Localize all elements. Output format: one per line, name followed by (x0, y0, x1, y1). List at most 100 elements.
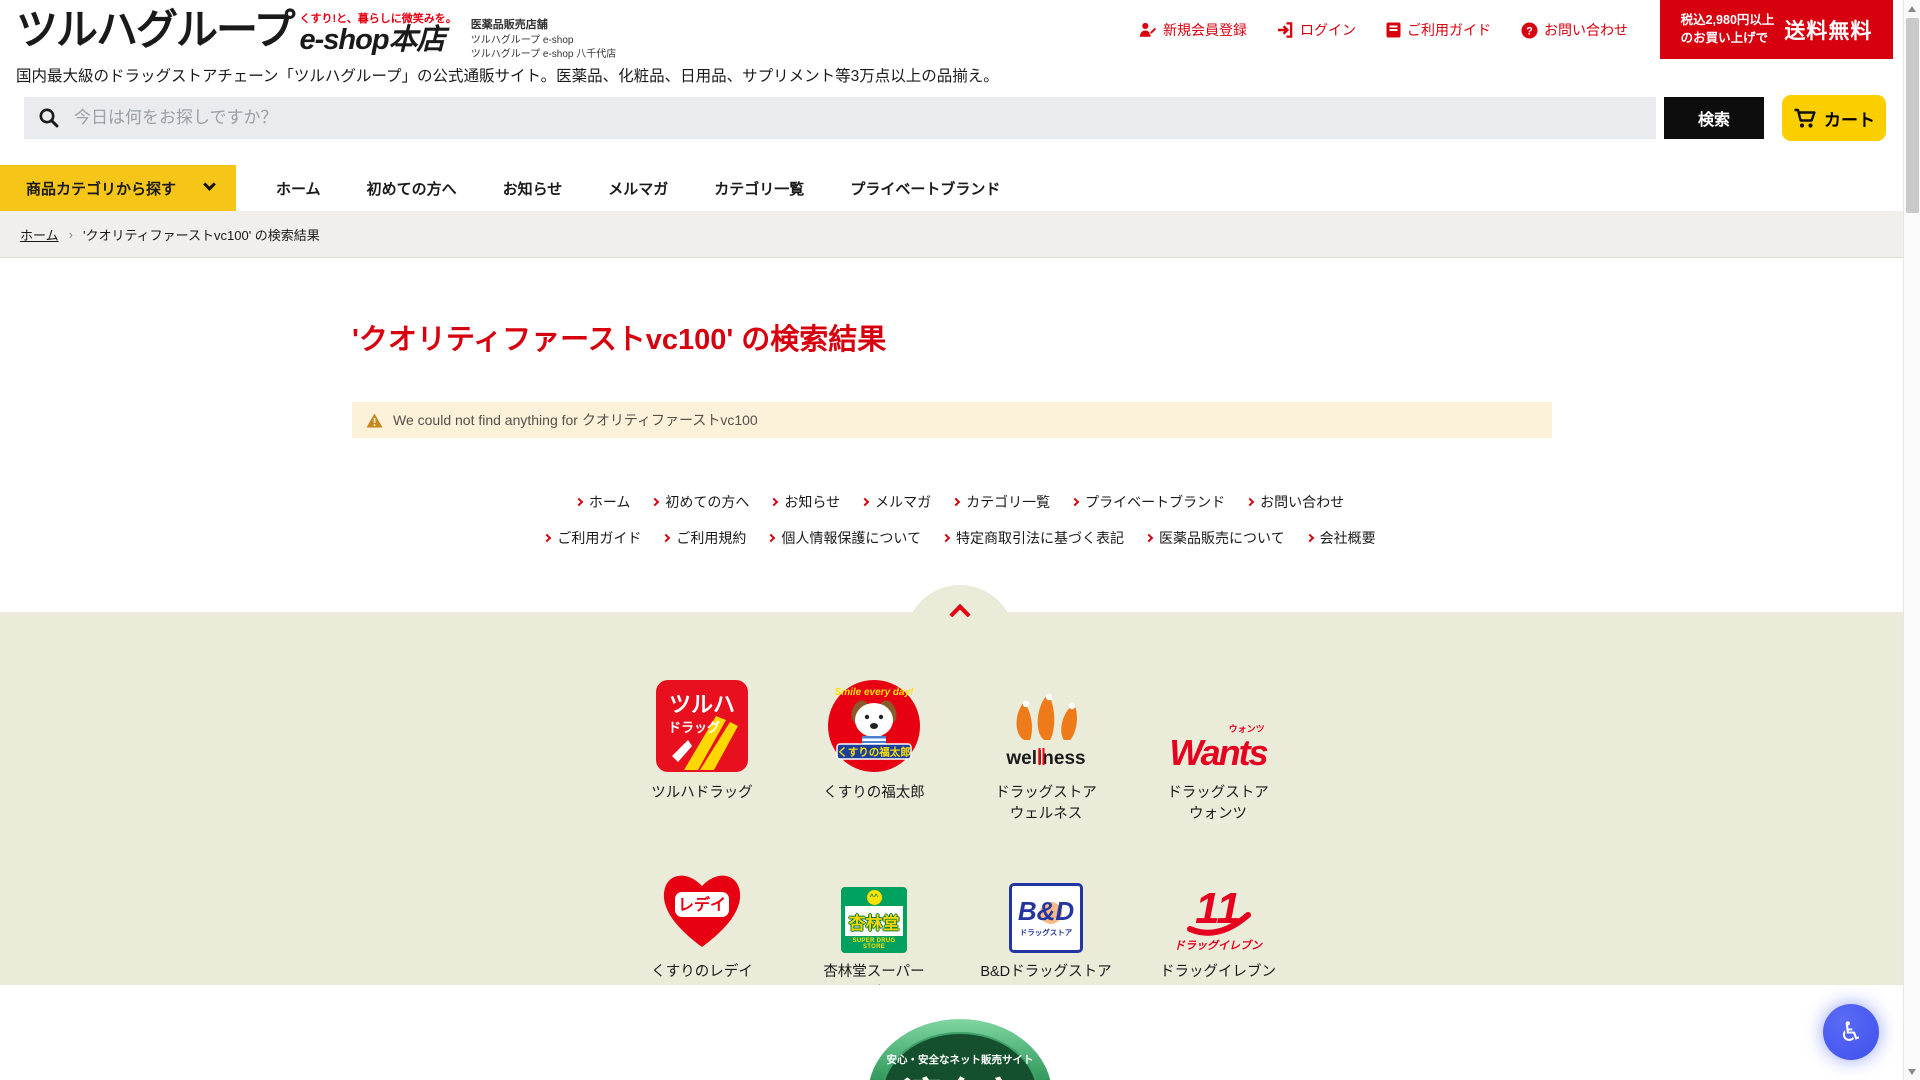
site-logo[interactable]: ツルハグループ くすり!と、暮らしに微笑みを。 e-shop本店 医薬品販売店舗… (16, 8, 616, 63)
store-info-line: ツルハグループ e-shop 八千代店 (471, 48, 617, 63)
no-results-warning: We could not find anything for クオリティファース… (352, 402, 1552, 438)
svg-text:Smile every day!: Smile every day! (835, 687, 915, 698)
svg-text:レデイ: レデイ (678, 895, 726, 914)
site-description: 国内最大級のドラッグストアチェーン「ツルハグループ」の公式通販サイト。医薬品、化… (16, 64, 999, 86)
search-input[interactable] (24, 97, 1656, 139)
scrollbar-thumb[interactable] (1906, 18, 1919, 213)
question-circle-icon: ? (1521, 22, 1538, 39)
free-shipping-label: 送料無料 (1784, 15, 1872, 45)
breadcrumb-home-link[interactable]: ホーム (20, 225, 59, 244)
footer-link-privacy[interactable]: 個人情報保護について (768, 528, 921, 548)
footer-links-row2: ご利用ガイド ご利用規約 個人情報保護について 特定商取引法に基づく表記 医薬品… (0, 528, 1920, 548)
chevron-right-icon (942, 534, 950, 542)
chevron-right-icon (1071, 498, 1079, 506)
certified-shop-badge: 安心・安全なネット販売サイト 適合店 (865, 1013, 1055, 1080)
login-label: ログイン (1300, 20, 1356, 40)
brand-name: ツルハグループ (16, 8, 293, 52)
store-info-line: 医薬品販売店舗 (471, 18, 617, 34)
chevron-down-icon (203, 178, 216, 191)
free-shipping-banner: 税込2,980円以上 のお買い上げで 送料無料 (1660, 0, 1893, 59)
redei-logo: レデイ (616, 849, 788, 953)
svg-text:くすりの福太郎: くすりの福太郎 (837, 746, 911, 759)
breadcrumb-separator: › (69, 227, 73, 242)
brand-bd-drugstore[interactable]: B&D ドラッグストア B&Dドラッグストア (960, 849, 1132, 1004)
brand-fukutaro[interactable]: Smile every day! くすりの福太郎 くすりの福太郎 (788, 670, 960, 825)
wellness-logo: wellness (960, 670, 1132, 774)
svg-text:安心・安全なネット販売サイト: 安心・安全なネット販売サイト (887, 1053, 1034, 1066)
nav-item-home[interactable]: ホーム (276, 178, 321, 199)
wants-logo: ウォンツ Wants (1132, 670, 1304, 774)
category-menu-button[interactable]: 商品カテゴリから探す (0, 165, 236, 211)
footer-link-mailmag[interactable]: メルマガ (862, 492, 931, 512)
nav-item-private-brand[interactable]: プライベートブランド (850, 178, 1000, 199)
register-label: 新規会員登録 (1163, 20, 1247, 40)
search-row: 検索 カート (24, 95, 1886, 141)
nav-item-news[interactable]: お知らせ (503, 178, 563, 199)
brand-wellness[interactable]: wellness ドラッグストアウェルネス (960, 670, 1132, 825)
store-info-line: ツルハグループ e-shop (471, 34, 617, 49)
guide-book-icon (1386, 22, 1401, 38)
brand-redei[interactable]: レデイ くすりのレデイ (616, 849, 788, 1004)
register-link[interactable]: 新規会員登録 (1139, 20, 1247, 40)
footer-link-news[interactable]: お知らせ (771, 492, 840, 512)
search-button[interactable]: 検索 (1664, 97, 1764, 139)
tsuruha-drug-logo: ツルハドラッグ (616, 670, 788, 774)
warning-icon (366, 413, 383, 428)
chevron-right-icon (1145, 534, 1153, 542)
cart-label: カート (1824, 106, 1875, 131)
cart-button[interactable]: カート (1782, 95, 1886, 141)
chevron-right-icon (1246, 498, 1254, 506)
chevron-right-icon (543, 534, 551, 542)
scrollbar[interactable] (1903, 0, 1920, 1080)
brand-tsuruha-drug[interactable]: ツルハドラッグ ツルハドラッグ (616, 670, 788, 825)
brand-label: くすりのレデイ (616, 962, 788, 983)
footer-link-guide[interactable]: ご利用ガイド (544, 528, 641, 548)
scroll-to-top-button[interactable] (905, 585, 1015, 640)
footer-links-row1: ホーム 初めての方へ お知らせ メルマガ カテゴリ一覧 プライベートブランド お… (0, 492, 1920, 512)
cart-icon (1793, 108, 1817, 129)
warning-text: We could not find anything for クオリティファース… (393, 410, 758, 430)
footer-link-category-list[interactable]: カテゴリ一覧 (953, 492, 1050, 512)
footer-link-company[interactable]: 会社概要 (1307, 528, 1376, 548)
footer-link-first-time[interactable]: 初めての方へ (652, 492, 749, 512)
brand-label: ドラッグイレブン (1132, 962, 1304, 983)
footer-link-drug-sales[interactable]: 医薬品販売について (1146, 528, 1285, 548)
store-info: 医薬品販売店舗 ツルハグループ e-shop ツルハグループ e-shop 八千… (471, 8, 617, 63)
accessibility-icon: ♿ (1839, 1017, 1863, 1048)
search-icon (38, 107, 60, 129)
logo-shop-name: e-shop本店 (299, 26, 456, 55)
svg-text:?: ? (1526, 25, 1533, 37)
scrollbar-down-arrow[interactable] (1904, 1063, 1920, 1080)
login-link[interactable]: ログイン (1277, 20, 1356, 40)
scrollbar-up-arrow[interactable] (1904, 0, 1920, 17)
brand-footer: ツルハドラッグ ツルハドラッグ Smile every day! くすりの福太郎 … (0, 612, 1920, 985)
bottom-area: 安心・安全なネット販売サイト 適合店 (0, 985, 1920, 1080)
shipping-condition: 税込2,980円以上 のお買い上げで (1681, 12, 1775, 47)
brand-label: B&Dドラッグストア (960, 962, 1132, 983)
nav-item-first-time[interactable]: 初めての方へ (367, 178, 457, 199)
main-nav: 商品カテゴリから探す ホーム 初めての方へ お知らせ メルマガ カテゴリ一覧 プ… (0, 165, 1920, 211)
footer-link-contact[interactable]: お問い合わせ (1247, 492, 1344, 512)
smiley-icon: ^^ (867, 890, 882, 905)
brand-kyorindo[interactable]: ^^ 杏林堂 SUPER DRUG STORE 杏林堂スーパードラッグストア (788, 849, 960, 1004)
chevron-up-icon (949, 604, 970, 625)
nav-item-category-list[interactable]: カテゴリ一覧 (714, 178, 804, 199)
brand-row-2: レデイ くすりのレデイ ^^ 杏林堂 SUPER DRUG STORE 杏林堂ス… (0, 849, 1920, 1004)
nav-item-mailmag[interactable]: メルマガ (608, 178, 668, 199)
brand-drug-eleven[interactable]: 11 ドラッグイレブン ドラッグイレブン (1132, 849, 1304, 1004)
footer-link-home[interactable]: ホーム (576, 492, 631, 512)
kyorindo-logo: ^^ 杏林堂 SUPER DRUG STORE (788, 849, 960, 953)
search-box (24, 97, 1656, 139)
footer-link-terms[interactable]: ご利用規約 (663, 528, 746, 548)
chevron-right-icon (767, 534, 775, 542)
footer-link-commerce-law[interactable]: 特定商取引法に基づく表記 (943, 528, 1124, 548)
brand-label: くすりの福太郎 (788, 783, 960, 804)
guide-link[interactable]: ご利用ガイド (1386, 20, 1491, 40)
contact-link[interactable]: ? お問い合わせ (1521, 20, 1628, 40)
brand-wants[interactable]: ウォンツ Wants ドラッグストアウォンツ (1132, 670, 1304, 825)
chevron-right-icon (1305, 534, 1313, 542)
svg-text:ドラッグ: ドラッグ (668, 720, 720, 735)
login-icon (1277, 22, 1294, 38)
footer-link-private-brand[interactable]: プライベートブランド (1072, 492, 1225, 512)
accessibility-button[interactable]: ♿ (1823, 1004, 1879, 1060)
